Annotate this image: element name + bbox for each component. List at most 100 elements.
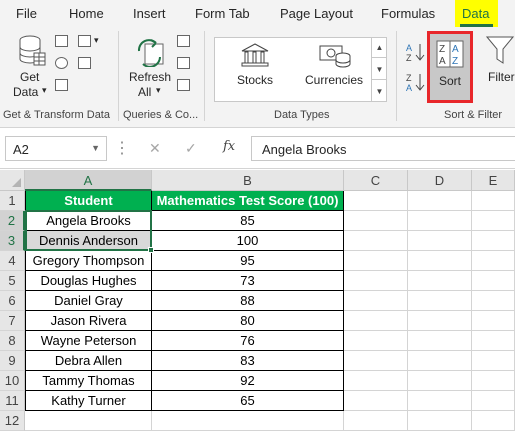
from-web-icon[interactable]	[55, 57, 68, 69]
table-cell[interactable]	[344, 411, 408, 431]
row-header[interactable]: 5	[0, 271, 25, 291]
table-cell[interactable]	[408, 211, 472, 231]
table-cell[interactable]	[344, 311, 408, 331]
row-header[interactable]: 12	[0, 411, 25, 431]
chevron-down-icon[interactable]: ▼	[372, 59, 387, 80]
table-cell[interactable]	[472, 271, 515, 291]
tab-form-tab[interactable]: Form Tab	[195, 6, 250, 21]
tab-formulas[interactable]: Formulas	[381, 6, 435, 21]
table-cell[interactable]	[344, 251, 408, 271]
row-header[interactable]: 6	[0, 291, 25, 311]
tab-page-layout[interactable]: Page Layout	[280, 6, 353, 21]
more-icon[interactable]: ▼	[372, 81, 387, 102]
table-cell[interactable]: Tammy Thomas	[25, 371, 152, 391]
recent-sources-icon[interactable]	[78, 35, 91, 47]
table-cell[interactable]: 88	[152, 291, 344, 311]
row-header[interactable]: 11	[0, 391, 25, 411]
table-cell[interactable]	[344, 191, 408, 211]
table-cell[interactable]	[472, 411, 515, 431]
table-cell[interactable]	[344, 331, 408, 351]
table-cell[interactable]	[472, 191, 515, 211]
table-cell[interactable]: 83	[152, 351, 344, 371]
column-header-e[interactable]: E	[472, 170, 515, 191]
table-cell[interactable]	[408, 391, 472, 411]
table-cell[interactable]: Gregory Thompson	[25, 251, 152, 271]
existing-connections-icon[interactable]	[78, 57, 91, 69]
row-header[interactable]: 8	[0, 331, 25, 351]
table-cell[interactable]: 76	[152, 331, 344, 351]
table-cell[interactable]	[344, 371, 408, 391]
from-table-icon[interactable]	[55, 79, 68, 91]
table-cell[interactable]	[472, 371, 515, 391]
table-cell[interactable]: 65	[152, 391, 344, 411]
tab-file[interactable]: File	[16, 6, 37, 21]
from-text-csv-icon[interactable]	[55, 35, 68, 47]
table-cell[interactable]	[344, 231, 408, 251]
table-cell[interactable]	[472, 251, 515, 271]
table-cell[interactable]: 100	[152, 231, 344, 251]
table-cell[interactable]	[344, 271, 408, 291]
table-cell[interactable]	[408, 191, 472, 211]
table-cell[interactable]	[408, 311, 472, 331]
table-cell[interactable]	[472, 231, 515, 251]
row-header[interactable]: 4	[0, 251, 25, 271]
formula-input[interactable]: Angela Brooks	[251, 136, 515, 161]
cancel-icon[interactable]: ✕	[149, 140, 161, 157]
table-cell[interactable]	[344, 391, 408, 411]
table-cell[interactable]	[25, 411, 152, 431]
table-cell[interactable]: 92	[152, 371, 344, 391]
enter-icon[interactable]: ✓	[185, 140, 197, 157]
table-cell[interactable]	[408, 411, 472, 431]
name-box[interactable]: A2 ▼	[5, 136, 107, 161]
edit-links-icon[interactable]	[177, 79, 190, 91]
table-cell[interactable]: Angela Brooks	[25, 211, 152, 231]
table-cell[interactable]	[408, 251, 472, 271]
column-header-a[interactable]: A	[25, 170, 152, 191]
table-header-cell[interactable]: Mathematics Test Score (100)	[152, 191, 344, 211]
table-cell[interactable]	[408, 331, 472, 351]
row-header[interactable]: 1	[0, 191, 25, 211]
table-cell[interactable]	[408, 351, 472, 371]
table-cell[interactable]	[408, 231, 472, 251]
tab-insert[interactable]: Insert	[133, 6, 166, 21]
table-cell[interactable]	[472, 211, 515, 231]
table-cell[interactable]: Douglas Hughes	[25, 271, 152, 291]
table-cell[interactable]: Jason Rivera	[25, 311, 152, 331]
tab-data[interactable]: Data	[455, 0, 498, 27]
sort-button[interactable]: Z A A Z Sort	[427, 31, 473, 103]
table-cell[interactable]	[152, 411, 344, 431]
table-cell[interactable]: Kathy Turner	[25, 391, 152, 411]
column-header-c[interactable]: C	[344, 170, 408, 191]
table-header-cell[interactable]: Student	[25, 191, 152, 211]
row-header[interactable]: 3	[0, 231, 25, 251]
table-cell[interactable]	[472, 311, 515, 331]
properties-icon[interactable]	[177, 57, 190, 69]
table-cell[interactable]	[408, 371, 472, 391]
row-header[interactable]: 9	[0, 351, 25, 371]
row-header[interactable]: 7	[0, 311, 25, 331]
table-cell[interactable]: Daniel Gray	[25, 291, 152, 311]
table-cell[interactable]	[472, 391, 515, 411]
table-cell[interactable]: Dennis Anderson	[25, 231, 152, 251]
table-cell[interactable]: 95	[152, 251, 344, 271]
data-types-scrollbar[interactable]: ▲ ▼ ▼	[371, 37, 387, 102]
table-cell[interactable]: Wayne Peterson	[25, 331, 152, 351]
table-cell[interactable]: 85	[152, 211, 344, 231]
table-cell[interactable]	[408, 271, 472, 291]
select-all-button[interactable]	[0, 170, 25, 191]
table-cell[interactable]: 80	[152, 311, 344, 331]
chevron-up-icon[interactable]: ▲	[372, 37, 387, 58]
table-cell[interactable]	[408, 291, 472, 311]
table-cell[interactable]	[472, 351, 515, 371]
table-cell[interactable]: 73	[152, 271, 344, 291]
table-cell[interactable]	[472, 291, 515, 311]
column-header-d[interactable]: D	[408, 170, 472, 191]
tab-home[interactable]: Home	[69, 6, 104, 21]
insert-function-icon[interactable]: fx	[223, 139, 235, 154]
table-cell[interactable]	[344, 351, 408, 371]
table-cell[interactable]	[344, 211, 408, 231]
queries-connections-icon[interactable]	[177, 35, 190, 47]
table-cell[interactable]: Debra Allen	[25, 351, 152, 371]
row-header[interactable]: 10	[0, 371, 25, 391]
table-cell[interactable]	[344, 291, 408, 311]
